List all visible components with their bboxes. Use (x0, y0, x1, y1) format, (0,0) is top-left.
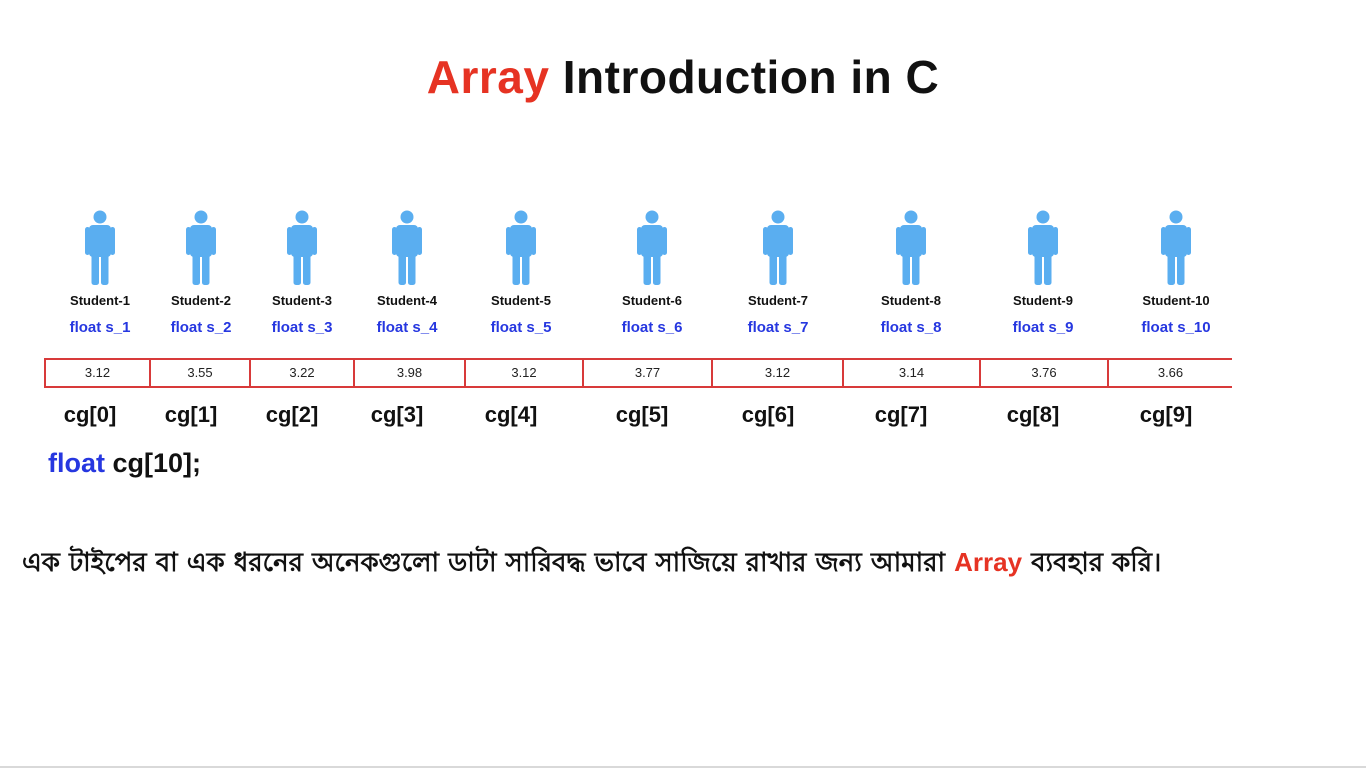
array-cell-value: 3.12 (464, 360, 582, 386)
array-cell-value: 3.98 (353, 360, 464, 386)
array-index-label: cg[3] (370, 402, 424, 427)
caption-accent: Array (954, 547, 1023, 577)
title-rest: Introduction in C (562, 51, 940, 103)
array-index-label: cg[5] (615, 402, 669, 427)
array-cell-value: 3.12 (711, 360, 842, 386)
student-label: Student-6 (622, 293, 682, 308)
variable-label: float s_5 (490, 319, 552, 336)
student-label: Student-1 (70, 293, 130, 308)
student-label: Student-3 (272, 293, 332, 308)
student-label: Student-2 (171, 293, 231, 308)
variable-label: float s_8 (880, 319, 942, 336)
person-icon (1028, 210, 1058, 286)
person-icon (392, 210, 422, 286)
variable-label: float s_3 (271, 319, 333, 336)
person-icon (637, 210, 667, 286)
variable-label: float s_7 (747, 319, 809, 336)
array-cell-value: 3.76 (979, 360, 1107, 386)
array-index-label: cg[9] (1139, 402, 1193, 427)
student-label: Student-4 (377, 293, 437, 308)
variable-label: float s_4 (376, 319, 438, 336)
array-cell-value: 3.12 (44, 360, 149, 386)
declaration-keyword: float (48, 448, 105, 478)
person-icon (85, 210, 115, 286)
caption-after: ব্যবহার করি। (1022, 548, 1162, 578)
variable-label: float s_10 (1141, 319, 1211, 336)
person-icon (763, 210, 793, 286)
person-icon (1161, 210, 1191, 286)
array-cells: 3.12 3.55 3.22 3.98 3.12 3.77 3.12 3.14 3.76 3.66 (44, 358, 1232, 388)
array-index-label: cg[4] (484, 402, 538, 427)
bengali-caption: এক টাইপের বা এক ধরনের অনেকগুলো ডাটা সারি… (22, 542, 1352, 586)
array-cell-value: 3.66 (1107, 360, 1232, 386)
person-icon (186, 210, 216, 286)
array-index-label: cg[2] (265, 402, 319, 427)
array-cell-value: 3.14 (842, 360, 979, 386)
variable-label: float s_1 (69, 319, 131, 336)
student-label: Student-7 (748, 293, 808, 308)
student-label: Student-5 (491, 293, 551, 308)
student-label: Student-8 (881, 293, 941, 308)
array-index-label: cg[1] (164, 402, 218, 427)
array-cell-value: 3.22 (249, 360, 353, 386)
array-index-label: cg[0] (63, 402, 117, 427)
array-index-label: cg[8] (1006, 402, 1060, 427)
variable-label: float s_6 (621, 319, 683, 336)
person-icon (287, 210, 317, 286)
variable-label: float s_2 (170, 319, 232, 336)
person-icon (896, 210, 926, 286)
slide-title: Array Introduction in C (0, 50, 1366, 104)
array-index-label: cg[6] (741, 402, 795, 427)
variable-label: float s_9 (1012, 319, 1074, 336)
array-cell-value: 3.77 (582, 360, 711, 386)
array-declaration: float cg[10]; (48, 448, 201, 479)
student-label: Student-9 (1013, 293, 1073, 308)
array-cell-value: 3.55 (149, 360, 249, 386)
person-icon (506, 210, 536, 286)
caption-before: এক টাইপের বা এক ধরনের অনেকগুলো ডাটা সারি… (22, 548, 955, 578)
title-accent: Array (426, 51, 550, 103)
declaration-rest: cg[10]; (105, 448, 202, 478)
array-index-label: cg[7] (874, 402, 928, 427)
student-label: Student-10 (1142, 293, 1210, 308)
